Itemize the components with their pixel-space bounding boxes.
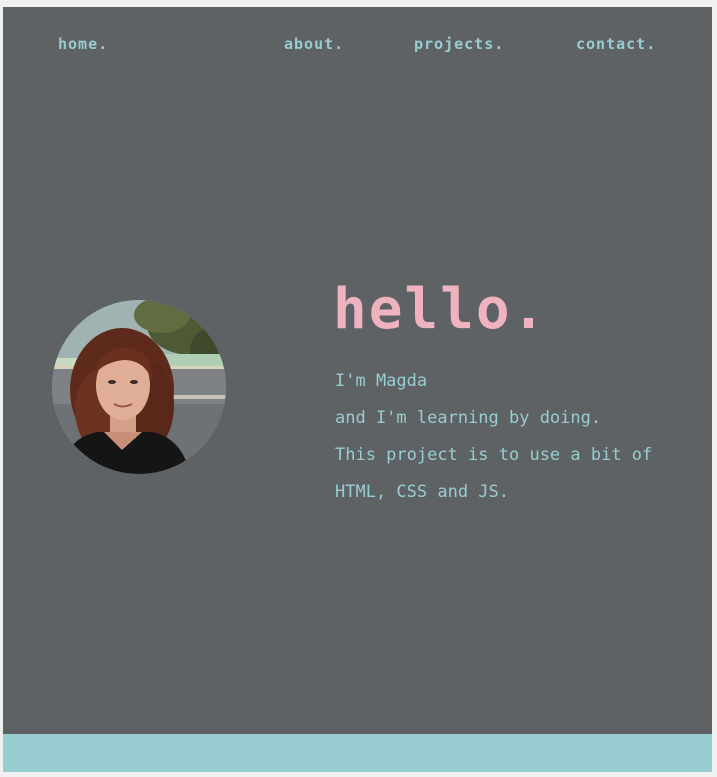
nav-home-link[interactable]: home. — [58, 35, 108, 53]
nav-projects-link[interactable]: projects. — [414, 35, 504, 53]
intro-line: and I'm learning by doing. — [335, 408, 602, 428]
profile-photo — [52, 300, 226, 474]
hero-title: hello. — [333, 277, 548, 342]
page-background: home. about. projects. contact. hello. I… — [3, 7, 712, 734]
intro-line: I'm Magda — [335, 371, 428, 391]
nav-contact-link[interactable]: contact. — [576, 35, 656, 53]
profile-photo-illustration — [52, 300, 226, 474]
nav-about-link[interactable]: about. — [284, 35, 344, 53]
intro-line: HTML, CSS and JS. — [335, 482, 509, 502]
footer-bar — [3, 734, 712, 772]
intro-text: I'm Magda and I'm learning by doing. Thi… — [335, 363, 652, 511]
intro-line: This project is to use a bit of — [335, 445, 653, 465]
